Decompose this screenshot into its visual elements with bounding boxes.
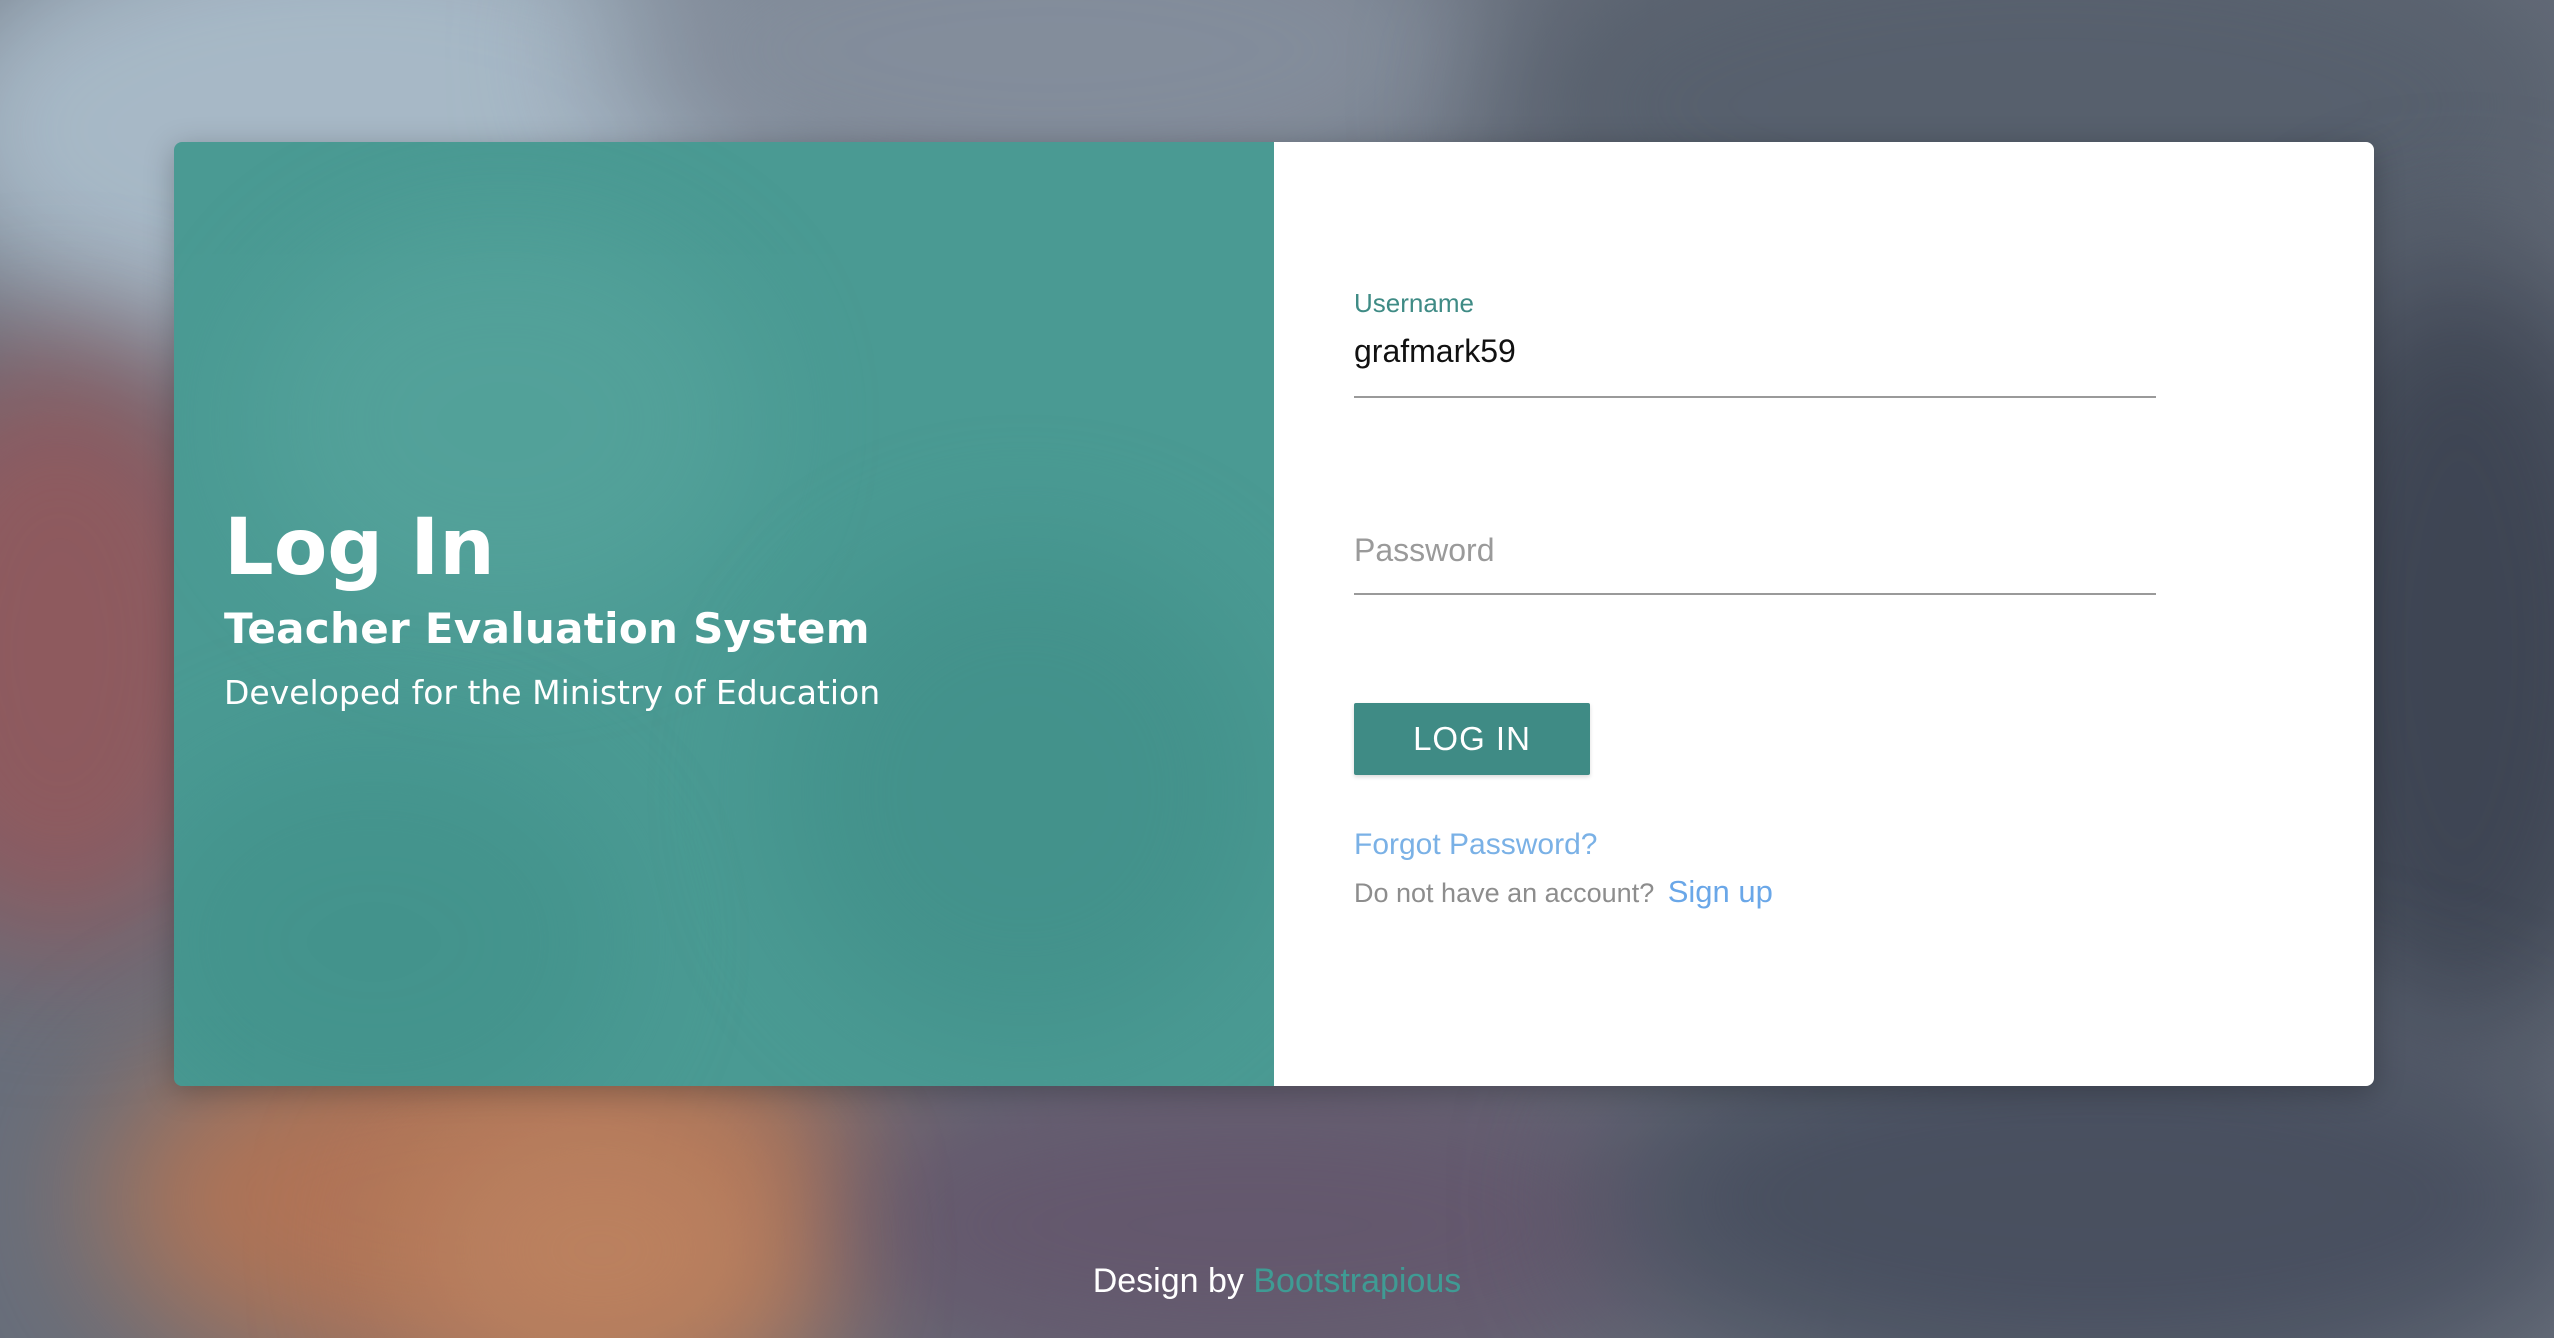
login-button[interactable]: LOG IN [1354,703,1590,775]
username-input[interactable]: grafmark59 [1354,333,2156,370]
page-title: Log In [224,503,495,594]
no-account-text: Do not have an account? [1354,878,1655,908]
signup-row: Do not have an account? Sign up [1354,874,1773,910]
signup-link[interactable]: Sign up [1668,874,1773,909]
login-form-panel: Username grafmark59 LOG IN Forgot Passwo… [1274,142,2374,1086]
tagline: Developed for the Ministry of Education [224,672,881,712]
footer-link[interactable]: Bootstrapious [1253,1262,1461,1300]
system-name: Teacher Evaluation System [224,603,870,653]
password-field[interactable] [1354,532,2156,595]
username-field[interactable]: Username grafmark59 [1354,288,2156,398]
username-underline [1354,396,2156,398]
footer-prefix: Design by [1092,1262,1244,1300]
footer-credit: Design by Bootstrapious [0,1262,2554,1301]
hero-panel: Log In Teacher Evaluation System Develop… [174,142,1274,1086]
login-card: Log In Teacher Evaluation System Develop… [174,142,2374,1086]
password-underline [1354,593,2156,595]
password-input[interactable] [1354,532,2156,569]
username-label: Username [1354,288,1474,318]
forgot-password-link[interactable]: Forgot Password? [1354,828,1597,862]
